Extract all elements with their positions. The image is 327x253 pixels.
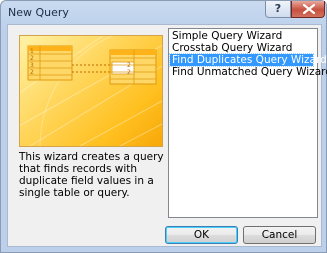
close-button[interactable] <box>291 1 325 18</box>
new-query-dialog: New Query ? 1 2 3 2 2 2 This wizard crea… <box>0 0 327 253</box>
list-item-find-unmatched-query-wizard[interactable]: Find Unmatched Query Wizard <box>170 66 327 78</box>
wizard-description: This wizard creates a query that finds r… <box>19 151 164 199</box>
list-item-crosstab-query-wizard[interactable]: Crosstab Query Wizard <box>170 42 313 54</box>
wizard-illustration: 1 2 3 2 2 2 <box>19 35 163 147</box>
right-table-mark: 2 <box>127 69 131 76</box>
illustration-graphic: 1 2 3 2 2 2 <box>20 36 162 146</box>
help-button[interactable]: ? <box>265 1 291 18</box>
dialog-body: 1 2 3 2 2 2 This wizard creates a query … <box>7 24 327 247</box>
wizard-list[interactable]: Simple Query Wizard Crosstab Query Wizar… <box>168 28 327 218</box>
list-item-find-duplicates-query-wizard[interactable]: Find Duplicates Query Wizard <box>169 53 327 67</box>
window-title: New Query <box>8 6 69 19</box>
left-table-mark: 1 <box>30 48 34 55</box>
left-table-mark: 3 <box>30 62 34 69</box>
left-table-mark: 2 <box>30 69 34 76</box>
cancel-button[interactable]: Cancel <box>243 226 316 244</box>
right-table-mark: 2 <box>127 62 131 69</box>
close-icon <box>303 4 315 14</box>
left-table-mark: 2 <box>30 55 34 62</box>
help-icon: ? <box>274 2 282 15</box>
title-bar: New Query ? <box>1 1 326 25</box>
ok-button[interactable]: OK <box>165 226 238 244</box>
list-item-simple-query-wizard[interactable]: Simple Query Wizard <box>170 30 313 42</box>
